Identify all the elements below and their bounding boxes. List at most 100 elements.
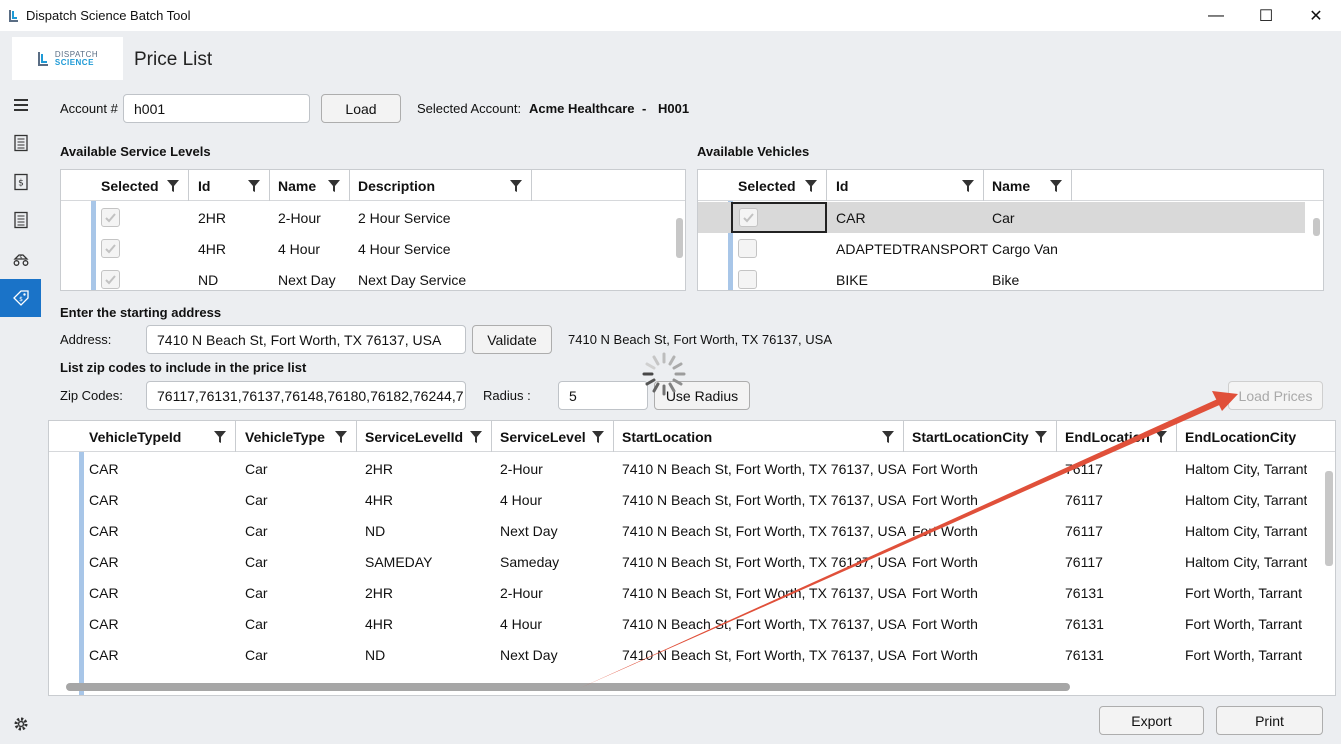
cell-startlocation: 7410 N Beach St, Fort Worth, TX 76137, U… [622,553,907,570]
column-header-label: ServiceLevel [500,428,586,445]
filter-icon[interactable] [509,179,523,193]
header: DISPATCH SCIENCE Price List [0,31,1341,87]
checkmark-icon [105,213,116,223]
column-header-vehicletype[interactable]: VehicleType [237,421,357,452]
vertical-scrollbar[interactable] [1325,471,1333,566]
table-row[interactable]: CAR Car SAMEDAY Sameday 7410 N Beach St, For… [49,546,1335,577]
vertical-scrollbar[interactable] [1313,218,1320,236]
filter-icon[interactable] [213,430,227,444]
vertical-scrollbar[interactable] [676,218,683,258]
maximize-button[interactable]: ☐ [1241,0,1291,31]
cell-endlocation: 76117 [1065,553,1103,570]
cell-endlocation: 76117 [1065,491,1103,508]
cell-vehicletype: Car [245,553,268,570]
table-row[interactable]: ADAPTEDTRANSPORT Cargo Van [698,233,1323,264]
filter-icon[interactable] [591,430,605,444]
column-header-selected[interactable]: Selected [730,170,827,201]
column-header-endlocationcity[interactable]: EndLocationCity [1177,421,1335,452]
filter-icon[interactable] [881,430,895,444]
filter-icon[interactable] [166,179,180,193]
sidebar-item-delivery[interactable]: $ [0,241,41,277]
print-button[interactable]: Print [1216,706,1323,735]
zip-codes-input[interactable]: 76117,76131,76137,76148,76180,76182,7624… [146,381,466,410]
table-row[interactable]: CAR Car 2HR 2-Hour 7410 N Beach St, Fort Wor… [49,577,1335,608]
sidebar-item-reports[interactable] [0,202,41,238]
export-button[interactable]: Export [1099,706,1204,735]
page-title: Price List [134,49,213,70]
account-input[interactable]: h001 [123,94,310,123]
column-header-name[interactable]: Name [270,170,350,201]
row-checkbox[interactable] [739,208,758,227]
load-account-button[interactable]: Load [321,94,401,123]
filter-icon[interactable] [469,430,483,444]
filter-icon[interactable] [1034,430,1048,444]
row-checkbox[interactable] [101,239,120,258]
row-checkbox[interactable] [101,208,120,227]
table-row[interactable]: 4HR 4 Hour 4 Hour Service [61,233,685,264]
column-header-label: EndLocation [1065,428,1150,445]
table-row[interactable]: BIKE Bike [698,264,1323,290]
filter-icon[interactable] [247,179,261,193]
sidebar-item-price-list[interactable]: $ [0,279,41,317]
svg-text:$: $ [19,296,23,303]
cell-startlocationcity: Fort Worth [912,584,978,601]
cell-vehicletype: Car [245,615,268,632]
row-checkbox[interactable] [738,270,757,289]
cell-servicelevel: Sameday [500,553,560,570]
cell-servicelevelid: ND [365,522,386,539]
column-header-servicelevelid[interactable]: ServiceLevelId [357,421,492,452]
sidebar-item-invoices[interactable]: $ [0,164,41,200]
load-prices-button[interactable]: Load Prices [1228,381,1323,410]
table-row[interactable]: CAR Car ND Next Day 7410 N Beach St, Fort Wo… [49,639,1335,670]
table-row-selected[interactable]: CAR Car [698,202,1305,233]
column-header-servicelevel[interactable]: ServiceLevel [492,421,614,452]
cell-description: 2 Hour Service [358,209,451,226]
selected-account-name: Acme Healthcare [529,101,635,116]
minimize-button[interactable]: — [1191,0,1241,31]
filter-icon[interactable] [334,430,348,444]
table-row[interactable]: CAR Car 4HR 4 Hour 7410 N Beach St, Fort Wor… [49,484,1335,515]
column-header-selected[interactable]: Selected [93,170,189,201]
prices-header: VehicleTypeId VehicleType ServiceLevelId… [49,421,1335,452]
column-header-endlocation[interactable]: EndLocation [1057,421,1177,452]
radius-input[interactable]: 5 [558,381,648,410]
table-row[interactable]: 2HR 2-Hour 2 Hour Service [61,202,685,233]
filter-icon[interactable] [961,179,975,193]
cell-description: Next Day Service [358,271,467,288]
table-row[interactable]: CAR Car 4HR 4 Hour 7410 N Beach St, Fort Wor… [49,608,1335,639]
table-row[interactable]: ND Next Day Next Day Service [61,264,685,290]
column-header-description[interactable]: Description [350,170,532,201]
column-header-id[interactable]: Id [828,170,984,201]
validate-button[interactable]: Validate [472,325,552,354]
column-header-label: Name [278,177,317,194]
cell-servicelevel: 2-Hour [500,460,543,477]
column-header-startlocation[interactable]: StartLocation [614,421,904,452]
filter-icon[interactable] [1049,179,1063,193]
service-levels-title: Available Service Levels [60,144,211,159]
row-checkbox[interactable] [738,239,757,258]
table-row[interactable]: CAR Car 2HR 2-Hour 7410 N Beach St, Fort Wor… [49,453,1335,484]
table-row[interactable]: CAR Car ND Next Day 7410 N Beach St, Fort Wo… [49,515,1335,546]
column-header-startlocationcity[interactable]: StartLocationCity [904,421,1057,452]
column-header-id[interactable]: Id [190,170,270,201]
column-header-name[interactable]: Name [984,170,1072,201]
sidebar-item-orders[interactable] [0,125,41,161]
filter-icon[interactable] [327,179,341,193]
logo-line-2: SCIENCE [54,57,94,67]
sidebar-item-menu[interactable] [0,87,41,123]
selected-account-separator: - [642,101,647,116]
close-button[interactable]: ✕ [1291,0,1341,31]
cell-name: Cargo Van [992,240,1058,257]
delivery-icon: $ [12,254,29,266]
row-checkbox[interactable] [101,270,120,289]
cell-startlocationcity: Fort Worth [912,553,978,570]
horizontal-scrollbar[interactable] [66,683,1070,691]
radius-label: Radius : [483,388,531,403]
filter-icon[interactable] [1154,430,1168,444]
sidebar-item-settings[interactable] [0,706,41,742]
cell-endlocationcity: Haltom City, Tarrant [1185,491,1308,508]
filter-icon[interactable] [804,179,818,193]
svg-text:$: $ [19,255,22,261]
address-input[interactable]: 7410 N Beach St, Fort Worth, TX 76137, U… [146,325,466,354]
column-header-vehicletypeid[interactable]: VehicleTypeId [81,421,236,452]
